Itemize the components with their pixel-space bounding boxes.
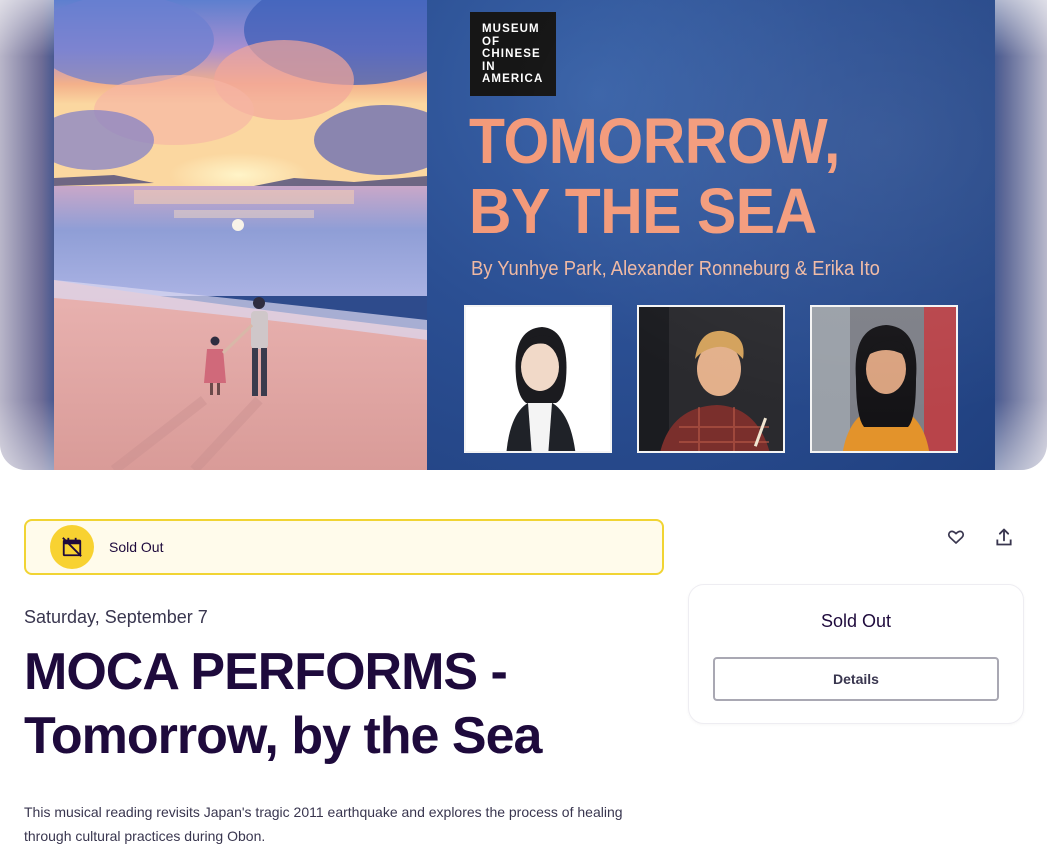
headshot-2 (637, 305, 785, 453)
hero-banner-frame: MUSEUM OF CHINESE IN AMERICA TOMORROW, B… (0, 0, 1047, 470)
logo-line: OF (482, 35, 501, 48)
event-date: Saturday, September 7 (24, 607, 208, 627)
event-poster: MUSEUM OF CHINESE IN AMERICA TOMORROW, B… (427, 0, 995, 470)
sold-out-banner: Sold Out (24, 519, 664, 575)
ticket-status: Sold Out (820, 611, 892, 631)
calendar-off-icon (50, 525, 94, 569)
poster-title-line: TOMORROW, (469, 105, 840, 177)
event-summary: This musical reading revisits Japan's tr… (24, 804, 623, 844)
moca-logo: MUSEUM OF CHINESE IN AMERICA (470, 12, 556, 96)
heart-icon[interactable] (942, 523, 970, 551)
event-banner-image: MUSEUM OF CHINESE IN AMERICA TOMORROW, B… (54, 0, 995, 470)
logo-line: IN (482, 60, 496, 73)
poster-title: TOMORROW, BY THE SEA (469, 106, 840, 246)
sold-out-label: Sold Out (109, 539, 164, 555)
logo-line: AMERICA (482, 73, 544, 85)
headshot-1 (464, 305, 612, 453)
share-icon[interactable] (990, 523, 1018, 551)
logo-line: CHINESE (482, 48, 541, 60)
headshot-3 (810, 305, 958, 453)
event-title: MOCA PERFORMS - Tomorrow, by the Sea (24, 643, 542, 765)
poster-byline: By Yunhye Park, Alexander Ronneburg & Er… (471, 258, 880, 280)
poster-title-line: BY THE SEA (469, 175, 817, 247)
ticket-card: Sold Out Details (688, 584, 1024, 724)
logo-line: MUSEUM (482, 23, 540, 35)
details-button[interactable]: Details (713, 657, 999, 701)
beach-painting (54, 0, 427, 470)
